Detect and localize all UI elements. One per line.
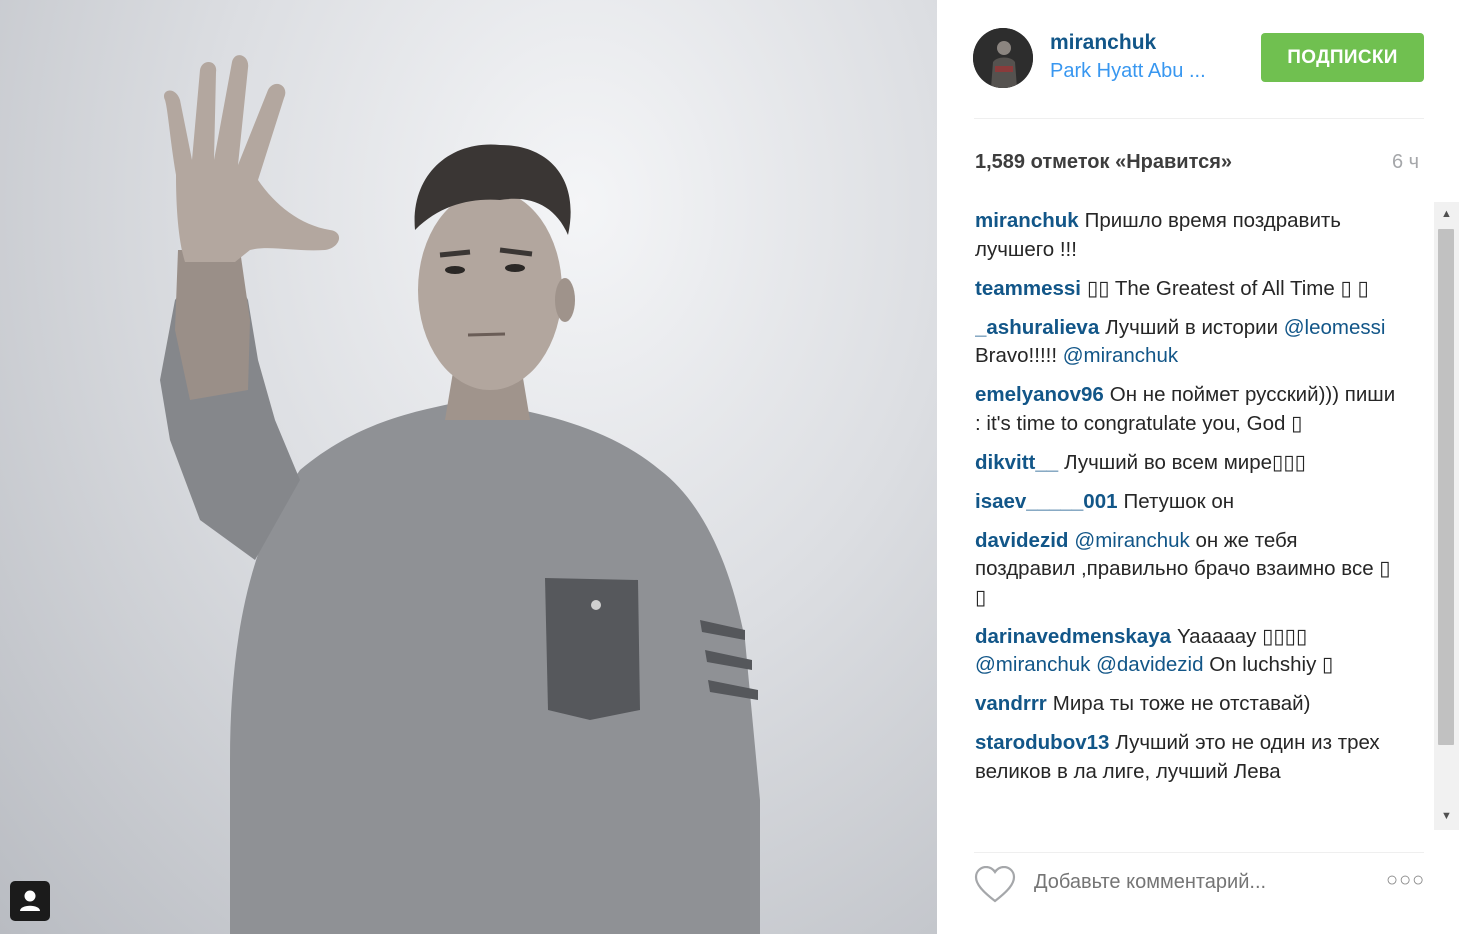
comment-author[interactable]: davidezid — [975, 529, 1068, 552]
comments-list: miranchuk Пришло время поздравить лучшего… — [975, 207, 1399, 831]
comment-mention-link[interactable]: @miranchuk — [1074, 529, 1189, 552]
post-author-username[interactable]: miranchuk — [1050, 31, 1156, 55]
comment-item: starodubov13 Лучший это не один из трех в… — [975, 729, 1399, 786]
comment-author[interactable]: teammessi — [975, 277, 1081, 300]
post-photo-art — [160, 55, 760, 934]
post-timestamp[interactable]: 6 ч — [1392, 151, 1419, 174]
comment-item: davidezid @miranchuk он же тебя поздравил… — [975, 527, 1399, 613]
comments-scrollbar[interactable]: ▲ ▼ — [1434, 202, 1459, 830]
comment-item: vandrrr Мира ты тоже не отставай) — [975, 690, 1399, 719]
follow-button[interactable]: ПОДПИСКИ — [1261, 33, 1424, 82]
avatar[interactable] — [973, 28, 1033, 88]
comment-author[interactable]: starodubov13 — [975, 731, 1109, 754]
heart-icon[interactable] — [974, 866, 1016, 904]
comment-author[interactable]: isaev_____001 — [975, 490, 1118, 513]
comment-author[interactable]: emelyanov96 — [975, 383, 1104, 406]
comment-item: darinavedmenskaya Yaaaaay ▯▯▯▯ @miranchuk… — [975, 623, 1399, 680]
add-comment-input[interactable] — [1034, 871, 1324, 894]
comment-author[interactable]: vandrrr — [975, 692, 1047, 715]
comment-text: Лучший во всем мире▯▯▯ — [1064, 450, 1306, 474]
comment-item: isaev_____001 Петушок он — [975, 488, 1399, 517]
scrollbar-thumb[interactable] — [1438, 229, 1454, 745]
comment-text: Мира ты тоже не отставай) — [1052, 692, 1311, 715]
comment-author[interactable]: _ashuralieva — [975, 316, 1099, 339]
comment-item: _ashuralieva Лучший в истории @leomessi B… — [975, 314, 1399, 371]
footer-divider — [974, 852, 1424, 853]
comment-text: Bravo!!!!! — [975, 344, 1063, 367]
comment-item: emelyanov96 Он не поймет русский))) пиши … — [975, 381, 1399, 438]
post-location[interactable]: Park Hyatt Abu ... — [1050, 60, 1235, 83]
post-photo[interactable] — [0, 0, 937, 934]
comment-item: dikvitt__ Лучший во всем мире▯▯▯ — [975, 449, 1399, 478]
comment-text: ▯▯ The Greatest of All Time ▯ ▯ — [1086, 276, 1369, 300]
comment-mention-link[interactable]: @miranchuk — [975, 653, 1090, 676]
comment-item: teammessi ▯▯ The Greatest of All Time ▯ ▯ — [975, 275, 1399, 304]
scroll-up-arrow-icon[interactable]: ▲ — [1434, 204, 1459, 224]
user-tag-button[interactable] — [10, 881, 50, 921]
comment-mention-link[interactable]: @miranchuk — [1063, 344, 1178, 367]
user-tag-icon — [20, 881, 40, 911]
post-side-panel: miranchuk Park Hyatt Abu ... ПОДПИСКИ 1,… — [937, 0, 1460, 934]
comment-text: Петушок он — [1123, 489, 1235, 513]
comment-author[interactable]: miranchuk — [975, 209, 1079, 232]
comment-author[interactable]: dikvitt__ — [975, 451, 1058, 474]
comment-text: Лучший в истории — [1105, 315, 1284, 339]
comment-item: miranchuk Пришло время поздравить лучшего… — [975, 207, 1399, 264]
avatar-image — [973, 28, 1033, 88]
comment-text: Yaaaaay ▯▯▯▯ — [1177, 624, 1308, 648]
more-options-button[interactable]: ○○○ — [1386, 869, 1425, 892]
comment-mention-link[interactable]: @davidezid — [1096, 653, 1203, 676]
comment-mention-link[interactable]: @leomessi — [1284, 316, 1386, 339]
header-divider — [974, 118, 1424, 119]
comment-author[interactable]: darinavedmenskaya — [975, 625, 1171, 648]
scroll-down-arrow-icon[interactable]: ▼ — [1434, 806, 1459, 826]
comment-text: On luchshiy ▯ — [1203, 653, 1334, 676]
likes-count[interactable]: 1,589 отметок «Нравится» — [975, 151, 1232, 174]
